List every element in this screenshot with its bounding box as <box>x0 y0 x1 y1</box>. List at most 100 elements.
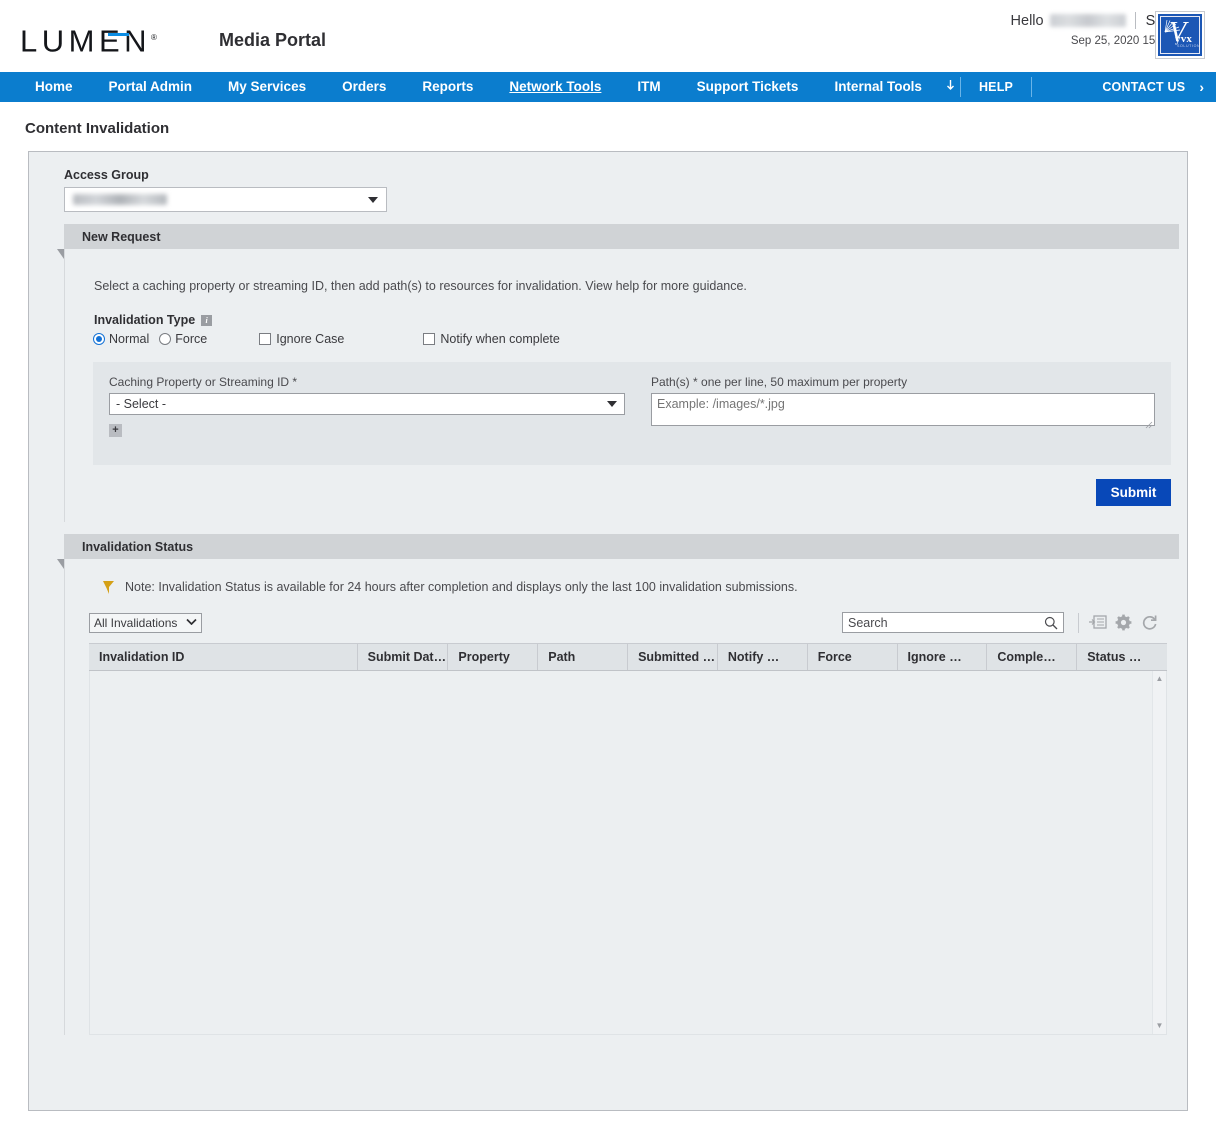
page-header: LUMEN® Media Portal Hello Sign Out Sep 2… <box>0 0 1216 72</box>
new-request-body: Select a caching property or streaming I… <box>64 249 1179 522</box>
column-invalidation-id[interactable]: Invalidation ID <box>89 644 358 670</box>
chevron-down-icon <box>186 617 197 628</box>
nav-item-my-services[interactable]: My Services <box>210 72 324 102</box>
access-group-value-redacted <box>73 194 167 205</box>
submit-button[interactable]: Submit <box>1096 479 1171 506</box>
toolbar-divider <box>1078 612 1079 633</box>
radio-force-label[interactable]: Force <box>175 332 207 346</box>
nav-item-contact-us[interactable]: CONTACT US <box>1088 72 1199 102</box>
refresh-icon[interactable] <box>1141 614 1159 632</box>
radio-force[interactable] <box>159 333 172 345</box>
column-path[interactable]: Path <box>538 644 629 670</box>
caching-property-field: Caching Property or Streaming ID * - Sel… <box>109 375 625 437</box>
new-request-intro: Select a caching property or streaming I… <box>94 279 747 293</box>
radio-normal[interactable] <box>93 333 105 345</box>
column-submitted-by[interactable]: Submitted … <box>628 644 718 670</box>
caching-property-value: - Select - <box>116 397 167 411</box>
nav-item-orders[interactable]: Orders <box>324 72 404 102</box>
search-input-wrapper[interactable]: Search <box>842 612 1064 633</box>
app-window: LUMEN® Media Portal Hello Sign Out Sep 2… <box>0 0 1216 1146</box>
scroll-down-arrow-icon[interactable]: ▼ <box>1153 1020 1166 1032</box>
access-group-section: Access Group <box>29 152 1187 212</box>
table-header-row: Invalidation ID Submit Dat… Property Pat… <box>89 644 1167 671</box>
nav-item-reports[interactable]: Reports <box>404 72 491 102</box>
nav-item-support-tickets[interactable]: Support Tickets <box>679 72 817 102</box>
nav-divider-2 <box>1031 77 1033 97</box>
column-force[interactable]: Force <box>808 644 898 670</box>
submit-row: Submit <box>65 465 1179 522</box>
invalidation-table: Invalidation ID Submit Dat… Property Pat… <box>89 643 1167 1035</box>
table-vertical-scrollbar[interactable]: ▲ ▼ <box>1152 671 1166 1034</box>
new-request-section: New Request Select a caching property or… <box>57 224 1179 522</box>
invalidation-options-row: Normal Force Ignore Case Notify when com… <box>65 327 1179 346</box>
invalidation-type-text: Invalidation Type <box>94 313 196 327</box>
nav-item-help[interactable]: HELP <box>965 72 1027 102</box>
chevron-right-icon[interactable]: › <box>1199 79 1216 95</box>
lumen-logo[interactable]: LUMEN® <box>20 22 157 57</box>
search-input[interactable]: Search <box>848 616 1044 630</box>
invalidation-status-header-label: Invalidation Status <box>82 539 194 554</box>
vyvx-subtext: SOLUTIONS <box>1177 44 1200 48</box>
lumen-accent-bar <box>108 33 129 36</box>
invalidation-status-body: Note: Invalidation Status is available f… <box>64 559 1179 1035</box>
flag-icon <box>103 581 114 594</box>
checkbox-notify-when-complete-label[interactable]: Notify when complete <box>440 332 560 346</box>
main-navigation: Home Portal Admin My Services Orders Rep… <box>0 72 1216 102</box>
panel-fold-marker <box>57 559 64 569</box>
invalidation-filter-value: All Invalidations <box>94 615 178 630</box>
column-complete[interactable]: Comple… <box>987 644 1078 670</box>
column-notify[interactable]: Notify … <box>718 644 808 670</box>
content-panel: Access Group New Request Select a cachin… <box>28 151 1188 1111</box>
access-group-select[interactable] <box>64 187 387 212</box>
invalidation-status-section: Invalidation Status Note: Invalidation S… <box>57 534 1179 1035</box>
caching-property-label: Caching Property or Streaming ID * <box>109 375 298 389</box>
nav-divider-1 <box>959 77 961 97</box>
request-fields-box: Caching Property or Streaming ID * - Sel… <box>93 362 1171 465</box>
column-status[interactable]: Status … <box>1077 644 1167 670</box>
column-property[interactable]: Property <box>448 644 539 670</box>
table-body: ▲ ▼ <box>89 671 1167 1035</box>
registered-mark: ® <box>151 33 157 42</box>
column-submit-date[interactable]: Submit Dat… <box>358 644 449 670</box>
hello-label: Hello <box>1010 12 1044 29</box>
status-toolbar: All Invalidations Search <box>65 595 1179 633</box>
nav-item-portal-admin[interactable]: Portal Admin <box>91 72 211 102</box>
lumen-wordmark: LUMEN <box>20 23 152 59</box>
radio-normal-label[interactable]: Normal <box>109 332 149 346</box>
scroll-up-arrow-icon[interactable]: ▲ <box>1153 673 1166 685</box>
nav-item-network-tools[interactable]: Network Tools <box>491 72 619 102</box>
add-property-button[interactable]: + <box>109 424 122 437</box>
paths-field: Path(s) * one per line, 50 maximum per p… <box>651 375 1155 437</box>
status-note-text: Note: Invalidation Status is available f… <box>125 580 798 594</box>
new-request-header-label: New Request <box>82 229 161 244</box>
status-note: Note: Invalidation Status is available f… <box>65 559 1179 595</box>
column-ignore-case[interactable]: Ignore … <box>898 644 988 670</box>
invalidation-filter-select[interactable]: All Invalidations <box>89 612 203 633</box>
checkbox-ignore-case-label[interactable]: Ignore Case <box>276 332 344 346</box>
user-name-redacted <box>1049 14 1126 27</box>
download-icon[interactable] <box>940 79 956 95</box>
checkbox-ignore-case[interactable] <box>259 333 272 345</box>
nav-item-home[interactable]: Home <box>17 72 91 102</box>
page-title: Content Invalidation <box>25 120 170 137</box>
paths-label: Path(s) * one per line, 50 maximum per p… <box>651 375 908 389</box>
chevron-down-icon <box>607 401 617 407</box>
info-icon[interactable]: i <box>201 314 213 326</box>
vyvx-logo[interactable]: V yvx SOLUTIONS <box>1156 12 1204 58</box>
new-request-header[interactable]: New Request <box>57 224 1179 259</box>
gear-icon[interactable] <box>1115 614 1133 632</box>
search-icon[interactable] <box>1044 616 1058 630</box>
panel-fold-marker <box>57 249 64 259</box>
export-grid-icon[interactable] <box>1089 614 1107 632</box>
invalidation-type-label: Invalidation Type i <box>65 293 1179 327</box>
nav-item-itm[interactable]: ITM <box>619 72 678 102</box>
invalidation-status-header[interactable]: Invalidation Status <box>57 534 1179 569</box>
caching-property-select[interactable]: - Select - <box>109 393 625 415</box>
paths-input[interactable] <box>651 393 1155 426</box>
checkbox-notify-when-complete[interactable] <box>423 333 436 345</box>
portal-title: Media Portal <box>219 30 327 50</box>
access-group-label: Access Group <box>64 168 149 182</box>
header-divider <box>1134 12 1136 29</box>
nav-item-internal-tools[interactable]: Internal Tools <box>816 72 940 102</box>
chevron-down-icon <box>368 197 378 203</box>
